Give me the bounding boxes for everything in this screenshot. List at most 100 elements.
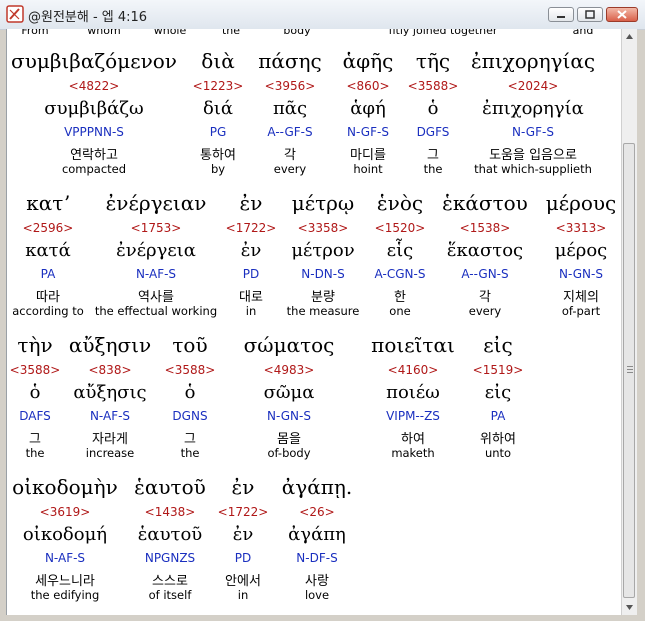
lemma: ὁ: [184, 382, 196, 403]
lemma: συμβιβάζω: [44, 98, 144, 119]
interlinear-view: From whom whole the body fitly joined to…: [6, 29, 621, 615]
title-bar: @원전분해 - 엡 4:16: [0, 0, 645, 30]
greek-word: ἀγάπῃ.: [281, 475, 353, 499]
lemma: ὁ: [427, 98, 439, 119]
lemma: ἕκαστος: [446, 240, 524, 261]
english-gloss: the: [423, 162, 443, 176]
previous-verse-english-row: From whom whole the body fitly joined to…: [7, 29, 621, 38]
strong-number: <26>: [299, 505, 335, 519]
english-gloss: every: [273, 162, 307, 176]
greek-word: σώματος: [243, 333, 335, 357]
lemma: ποιέω: [386, 382, 440, 403]
korean-gloss: 그: [427, 148, 439, 163]
korean-gloss: 연락하고: [70, 148, 118, 163]
english-word: whole: [153, 29, 187, 37]
english-gloss: according to: [12, 304, 84, 318]
korean-gloss: 대로: [239, 290, 263, 305]
vertical-scrollbar[interactable]: [621, 29, 637, 615]
strong-number: <2596>: [22, 221, 74, 235]
interlinear-row: τὴν <3588> ὁ DAFS 그 the αὔξησιν <838> αὔ…: [7, 333, 621, 473]
scrollbar-thumb[interactable]: [623, 143, 635, 598]
greek-word: εἰς: [483, 333, 513, 357]
maximize-icon: [585, 10, 595, 19]
korean-gloss: 마디를: [350, 148, 386, 163]
lemma: μέρος: [554, 240, 608, 261]
greek-word: κατʼ: [26, 191, 70, 215]
english-gloss: the edifying: [30, 588, 100, 602]
morphology-code: A-CGN-S: [374, 267, 426, 281]
strong-number: <1223>: [192, 79, 244, 93]
lemma: μέτρον: [291, 240, 355, 261]
morphology-code: N-AF-S: [89, 409, 131, 423]
english-gloss: by: [210, 162, 226, 176]
greek-word: συμβιβαζόμενον: [11, 49, 177, 73]
greek-word: ἑκάστου: [442, 191, 528, 215]
english-word: the: [221, 29, 241, 37]
greek-word: μέρους: [545, 191, 617, 215]
scroll-down-arrow-icon[interactable]: [622, 600, 637, 615]
english-gloss: increase: [85, 446, 135, 460]
korean-gloss: 따라: [36, 290, 60, 305]
korean-gloss: 세우느니라: [35, 574, 95, 589]
korean-gloss: 역사를: [138, 290, 174, 305]
korean-gloss: 각: [284, 148, 296, 163]
strong-number: <3588>: [9, 363, 61, 377]
strong-number: <838>: [88, 363, 132, 377]
lemma: ἐν: [240, 240, 262, 261]
lemma: ἑαυτοῦ: [137, 524, 203, 545]
morphology-code: DGNS: [172, 409, 208, 423]
scroll-up-arrow-icon[interactable]: [622, 29, 637, 44]
lemma: σῶμα: [263, 382, 315, 403]
lemma: ἐνέργεια: [116, 240, 196, 261]
greek-word: ποιεῖται: [371, 333, 455, 357]
morphology-code: N-AF-S: [135, 267, 177, 281]
english-gloss: unto: [484, 446, 512, 460]
grip-line: [627, 366, 633, 367]
greek-word: ἐπιχορηγίας: [470, 49, 596, 73]
morphology-code: PD: [234, 551, 252, 565]
interlinear-row: οἰκοδομὴν <3619> οἰκοδομή N-AF-S 세우느니라 t…: [7, 475, 621, 615]
english-gloss: of itself: [148, 588, 192, 602]
english-gloss: love: [304, 588, 330, 602]
morphology-code: VIPM--ZS: [386, 409, 440, 423]
interlinear-row: συμβιβαζόμενον <4822> συμβιβάζω VPPPNN-S…: [7, 49, 621, 189]
english-word: whom: [87, 29, 121, 37]
strong-number: <3588>: [164, 363, 216, 377]
korean-gloss: 스스로: [152, 574, 188, 589]
morphology-code: DAFS: [19, 409, 51, 423]
interlinear-row: κατʼ <2596> κατά PA 따라 according to ἐνέρ…: [7, 191, 621, 331]
strong-number: <2024>: [507, 79, 559, 93]
greek-word: τῆς: [415, 49, 451, 73]
window-frame-bottom: [0, 615, 645, 621]
greek-word: αὔξησιν: [68, 333, 152, 357]
lemma: εἰς: [484, 382, 512, 403]
morphology-code: N-DN-S: [301, 267, 345, 281]
greek-word: ἁφῆς: [342, 49, 394, 73]
strong-number: <1722>: [217, 505, 269, 519]
grip-line: [627, 369, 633, 370]
lemma: κατά: [25, 240, 71, 261]
strong-number: <1520>: [374, 221, 426, 235]
lemma: ἐν: [232, 524, 254, 545]
greek-word: τὴν: [17, 333, 53, 357]
maximize-button[interactable]: [577, 7, 603, 22]
lemma: ὁ: [29, 382, 41, 403]
korean-gloss: 그: [29, 432, 41, 447]
minimize-button[interactable]: [548, 7, 574, 22]
strong-number: <4822>: [68, 79, 120, 93]
strong-number: <3956>: [264, 79, 316, 93]
korean-gloss: 도움을 입음으로: [489, 148, 577, 163]
english-gloss: hoint: [353, 162, 383, 176]
english-gloss: the effectual working: [94, 304, 218, 318]
korean-gloss: 분량: [311, 290, 335, 305]
close-button[interactable]: [606, 7, 638, 22]
morphology-code: NPGNZS: [144, 551, 196, 565]
strong-number: <3313>: [555, 221, 607, 235]
morphology-code: N-GF-S: [347, 125, 389, 139]
english-gloss: in: [237, 588, 249, 602]
korean-gloss: 사랑: [305, 574, 329, 589]
morphology-code: N-DF-S: [296, 551, 338, 565]
korean-gloss: 자라게: [92, 432, 128, 447]
english-gloss: that which-supplieth: [474, 162, 592, 176]
morphology-code: PD: [242, 267, 260, 281]
